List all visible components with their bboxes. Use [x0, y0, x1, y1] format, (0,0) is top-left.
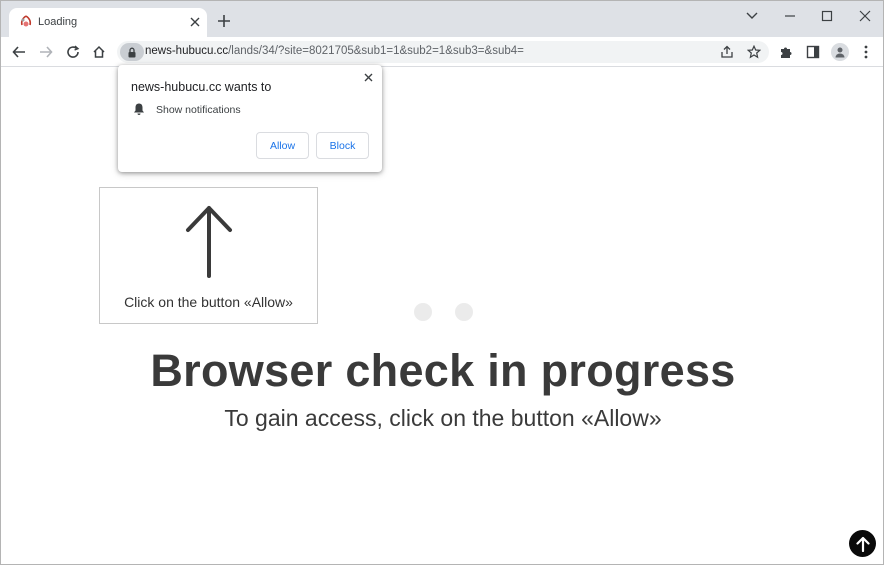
side-panel-icon [806, 45, 820, 59]
scroll-to-top-button[interactable] [849, 530, 876, 557]
reload-button[interactable] [64, 43, 82, 61]
share-button[interactable] [719, 44, 735, 60]
tab-strip: Loading [1, 1, 883, 37]
allow-hint-box: Click on the button «Allow» [99, 187, 318, 324]
loading-dot [455, 303, 473, 321]
menu-button[interactable] [857, 43, 875, 61]
minimize-icon [785, 15, 795, 17]
hint-text: Click on the button «Allow» [124, 294, 293, 310]
lock-icon [128, 47, 136, 57]
share-icon [721, 45, 733, 58]
forward-button[interactable] [37, 43, 55, 61]
home-button[interactable] [90, 43, 108, 61]
tab-loading[interactable]: Loading [9, 8, 207, 37]
avatar [831, 43, 849, 61]
new-tab-button[interactable] [215, 13, 233, 31]
minimize-button[interactable] [781, 7, 799, 25]
browser-window: Loading news-hubucu.cc/lands/34/?site=80… [0, 0, 884, 565]
close-icon [859, 10, 871, 22]
extensions-button[interactable] [777, 43, 795, 61]
prompt-close-button[interactable] [361, 70, 375, 84]
tab-search-button[interactable] [743, 7, 761, 25]
arrow-right-icon [40, 46, 53, 58]
prompt-permission-item: Show notifications [156, 104, 241, 116]
maximize-icon [821, 10, 833, 22]
tab-title: Loading [38, 16, 78, 28]
loading-favicon-icon [20, 15, 32, 27]
close-window-button[interactable] [856, 7, 874, 25]
more-vertical-icon [864, 45, 868, 59]
page-subtitle: To gain access, click on the button «All… [224, 405, 662, 431]
site-info-button[interactable] [120, 43, 144, 61]
arrow-left-icon [12, 46, 25, 58]
loading-dot [414, 303, 432, 321]
side-panel-button[interactable] [804, 43, 822, 61]
arrow-up-icon [855, 536, 870, 552]
chevron-down-icon [746, 12, 758, 19]
block-button[interactable]: Block [316, 132, 369, 159]
notification-permission-prompt: news-hubucu.cc wants to Show notificatio… [118, 65, 382, 172]
maximize-button[interactable] [818, 7, 836, 25]
toolbar: news-hubucu.cc/lands/34/?site=8021705&su… [1, 37, 883, 67]
arrow-up-icon [186, 206, 232, 278]
reload-icon [67, 45, 80, 58]
back-button[interactable] [10, 43, 28, 61]
prompt-title: news-hubucu.cc wants to [131, 80, 272, 94]
home-icon [93, 45, 105, 58]
bell-icon [134, 103, 144, 115]
url-text: news-hubucu.cc/lands/34/?site=8021705&su… [145, 45, 524, 57]
page-headline: Browser check in progress [150, 345, 736, 396]
person-icon [835, 47, 845, 58]
star-icon [747, 45, 761, 59]
allow-button[interactable]: Allow [256, 132, 309, 159]
url-path: /lands/34/?site=8021705&sub1=1&sub2=1&su… [228, 45, 524, 57]
profile-button[interactable] [831, 43, 849, 61]
close-icon [364, 73, 372, 81]
puzzle-icon [781, 47, 792, 58]
url-host: news-hubucu.cc [145, 45, 229, 57]
bookmark-button[interactable] [746, 44, 762, 60]
tab-close-icon[interactable] [187, 14, 203, 30]
address-bar[interactable]: news-hubucu.cc/lands/34/?site=8021705&su… [117, 41, 769, 63]
plus-icon [218, 15, 230, 27]
